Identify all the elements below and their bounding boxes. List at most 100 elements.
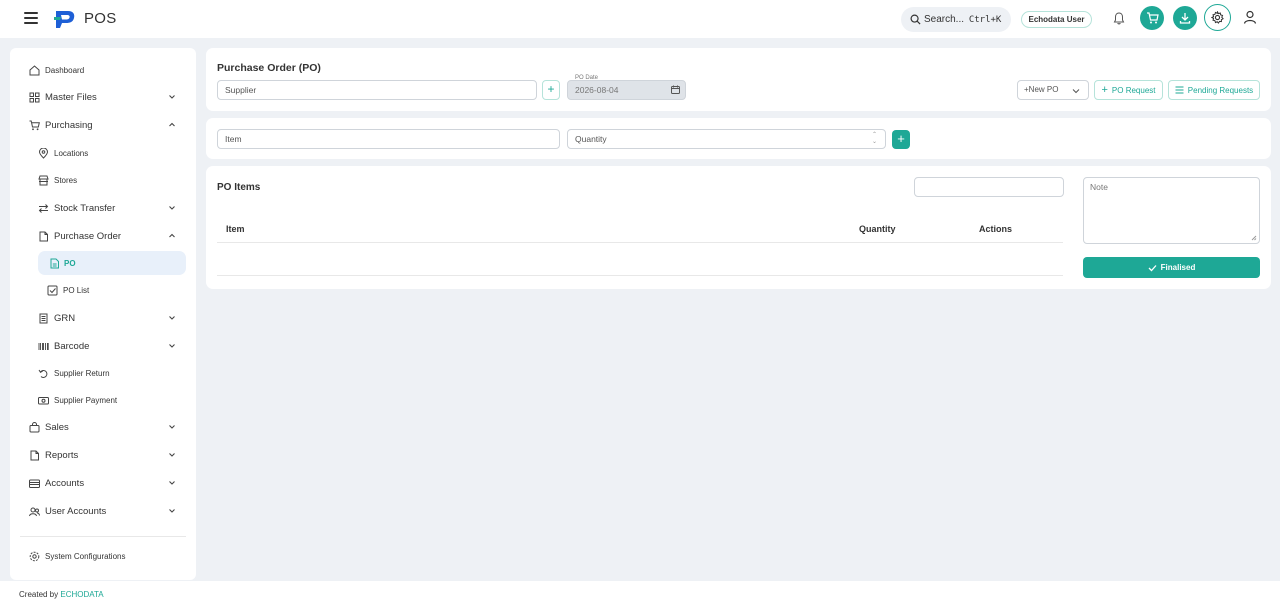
bell-icon[interactable] xyxy=(1113,12,1125,25)
sidebar-item-label: User Accounts xyxy=(45,505,107,517)
money-icon xyxy=(38,396,49,404)
finalised-button[interactable]: Finalised xyxy=(1083,257,1260,278)
add-supplier-button[interactable]: + xyxy=(542,80,560,100)
check-icon xyxy=(1148,264,1157,271)
note-placeholder: Note xyxy=(1090,182,1108,192)
footer: Created by ECHODATA xyxy=(0,581,1280,606)
pending-requests-button[interactable]: Pending Requests xyxy=(1168,80,1260,100)
add-item-button[interactable]: + xyxy=(892,130,910,149)
sidebar-item-po[interactable]: PO xyxy=(38,251,186,275)
note-textarea[interactable]: Note xyxy=(1083,177,1260,244)
bag-icon xyxy=(29,421,40,432)
receipt-icon xyxy=(39,313,48,323)
sidebar-item-label: Stores xyxy=(54,175,78,185)
quantity-field[interactable]: Quantity ⌃ ⌄ xyxy=(567,129,886,149)
list-icon xyxy=(1175,86,1184,94)
items-search-input[interactable] xyxy=(914,177,1064,197)
chevron-down-icon xyxy=(169,425,175,429)
po-items-title: PO Items xyxy=(217,182,261,193)
sidebar-item-barcode[interactable]: Barcode xyxy=(10,334,196,358)
cart-button[interactable] xyxy=(1140,6,1164,30)
page-title: Purchase Order (PO) xyxy=(217,62,321,74)
top-bar: POS Search... Ctrl+K Echodata User xyxy=(0,0,1280,38)
users-icon xyxy=(29,507,40,516)
sidebar: Dashboard Master Files Purchasing Locati… xyxy=(10,48,196,580)
sidebar-item-label: Stock Transfer xyxy=(54,202,116,214)
finalised-label: Finalised xyxy=(1160,263,1196,272)
sidebar-item-supplier-payment[interactable]: Supplier Payment xyxy=(10,388,196,412)
chevron-down-icon xyxy=(169,344,175,348)
menu-icon[interactable] xyxy=(24,12,38,24)
sidebar-item-label: GRN xyxy=(54,312,76,324)
logo-icon xyxy=(54,11,75,28)
resize-handle-icon[interactable] xyxy=(1251,235,1257,241)
new-po-label: +New PO xyxy=(1024,85,1059,94)
sidebar-item-label: PO List xyxy=(63,285,90,295)
sidebar-item-label: Accounts xyxy=(45,477,85,489)
table-divider xyxy=(217,275,1063,276)
footer-brand-link[interactable]: ECHODATA xyxy=(60,590,103,599)
po-header-card: Purchase Order (PO) Supplier + PO Date 2… xyxy=(206,48,1271,111)
store-icon xyxy=(38,175,49,185)
sidebar-item-supplier-return[interactable]: Supplier Return xyxy=(10,361,196,385)
sidebar-item-label: Purchase Order xyxy=(54,230,122,242)
cart-icon xyxy=(29,120,40,130)
file-icon xyxy=(30,450,39,460)
sidebar-item-user-accounts[interactable]: User Accounts xyxy=(10,499,196,523)
sidebar-item-stock-transfer[interactable]: Stock Transfer xyxy=(10,196,196,220)
transfer-icon xyxy=(38,203,49,213)
grid-icon xyxy=(29,92,40,102)
sidebar-item-dashboard[interactable]: Dashboard xyxy=(10,58,196,82)
home-icon xyxy=(29,64,40,75)
download-button[interactable] xyxy=(1173,6,1197,30)
sidebar-item-master-files[interactable]: Master Files xyxy=(10,85,196,109)
item-field[interactable]: Item xyxy=(217,129,560,149)
supplier-field[interactable]: Supplier xyxy=(217,80,537,100)
sidebar-item-sales[interactable]: Sales xyxy=(10,415,196,439)
sidebar-item-label: Purchasing xyxy=(45,119,93,131)
sidebar-divider xyxy=(20,536,186,537)
chevron-up-icon xyxy=(169,122,175,127)
sidebar-item-purchase-order[interactable]: Purchase Order xyxy=(10,224,196,248)
calendar-icon[interactable] xyxy=(671,85,680,94)
gear-icon xyxy=(1211,11,1224,24)
sidebar-item-system-configurations[interactable]: System Configurations xyxy=(10,544,196,568)
sidebar-item-label: Barcode xyxy=(54,340,90,352)
chevron-down-icon xyxy=(169,316,175,320)
sidebar-item-label: Supplier Return xyxy=(54,368,110,378)
sidebar-item-accounts[interactable]: Accounts xyxy=(10,471,196,495)
sidebar-item-label: Dashboard xyxy=(45,65,85,75)
search-button[interactable]: Search... Ctrl+K xyxy=(901,7,1011,32)
sidebar-item-label: Locations xyxy=(54,148,89,158)
plus-icon: + xyxy=(1101,84,1108,96)
po-request-button[interactable]: + PO Request xyxy=(1094,80,1163,100)
location-pin-icon xyxy=(38,147,49,159)
sidebar-item-purchasing[interactable]: Purchasing xyxy=(10,113,196,137)
cart-icon xyxy=(1146,12,1159,24)
user-icon[interactable] xyxy=(1243,10,1257,24)
return-icon xyxy=(38,369,48,378)
sidebar-item-reports[interactable]: Reports xyxy=(10,443,196,467)
sidebar-item-locations[interactable]: Locations xyxy=(10,141,196,165)
chevron-down-icon xyxy=(1072,89,1080,94)
app-title: POS xyxy=(84,10,117,27)
settings-button[interactable] xyxy=(1204,4,1231,31)
sidebar-item-label: Supplier Payment xyxy=(54,395,118,405)
sidebar-item-stores[interactable]: Stores xyxy=(10,168,196,192)
new-po-select[interactable]: +New PO xyxy=(1017,80,1089,100)
gear-icon xyxy=(29,551,40,561)
barcode-icon xyxy=(38,342,49,350)
search-label: Search... xyxy=(924,14,965,25)
card-icon xyxy=(29,479,40,488)
column-header-actions: Actions xyxy=(979,224,1013,234)
quantity-stepper[interactable]: ⌃ ⌄ xyxy=(872,132,877,146)
user-badge[interactable]: Echodata User xyxy=(1021,11,1092,28)
sidebar-item-label: Master Files xyxy=(45,91,97,103)
footer-created-by: Created by xyxy=(19,590,59,599)
column-header-quantity: Quantity xyxy=(859,224,896,234)
chevron-down-icon xyxy=(169,509,175,513)
po-date-field[interactable]: 2026-08-04 xyxy=(567,80,686,100)
sidebar-item-grn[interactable]: GRN xyxy=(10,306,196,330)
pending-requests-label: Pending Requests xyxy=(1187,85,1254,95)
sidebar-item-po-list[interactable]: PO List xyxy=(10,278,196,302)
